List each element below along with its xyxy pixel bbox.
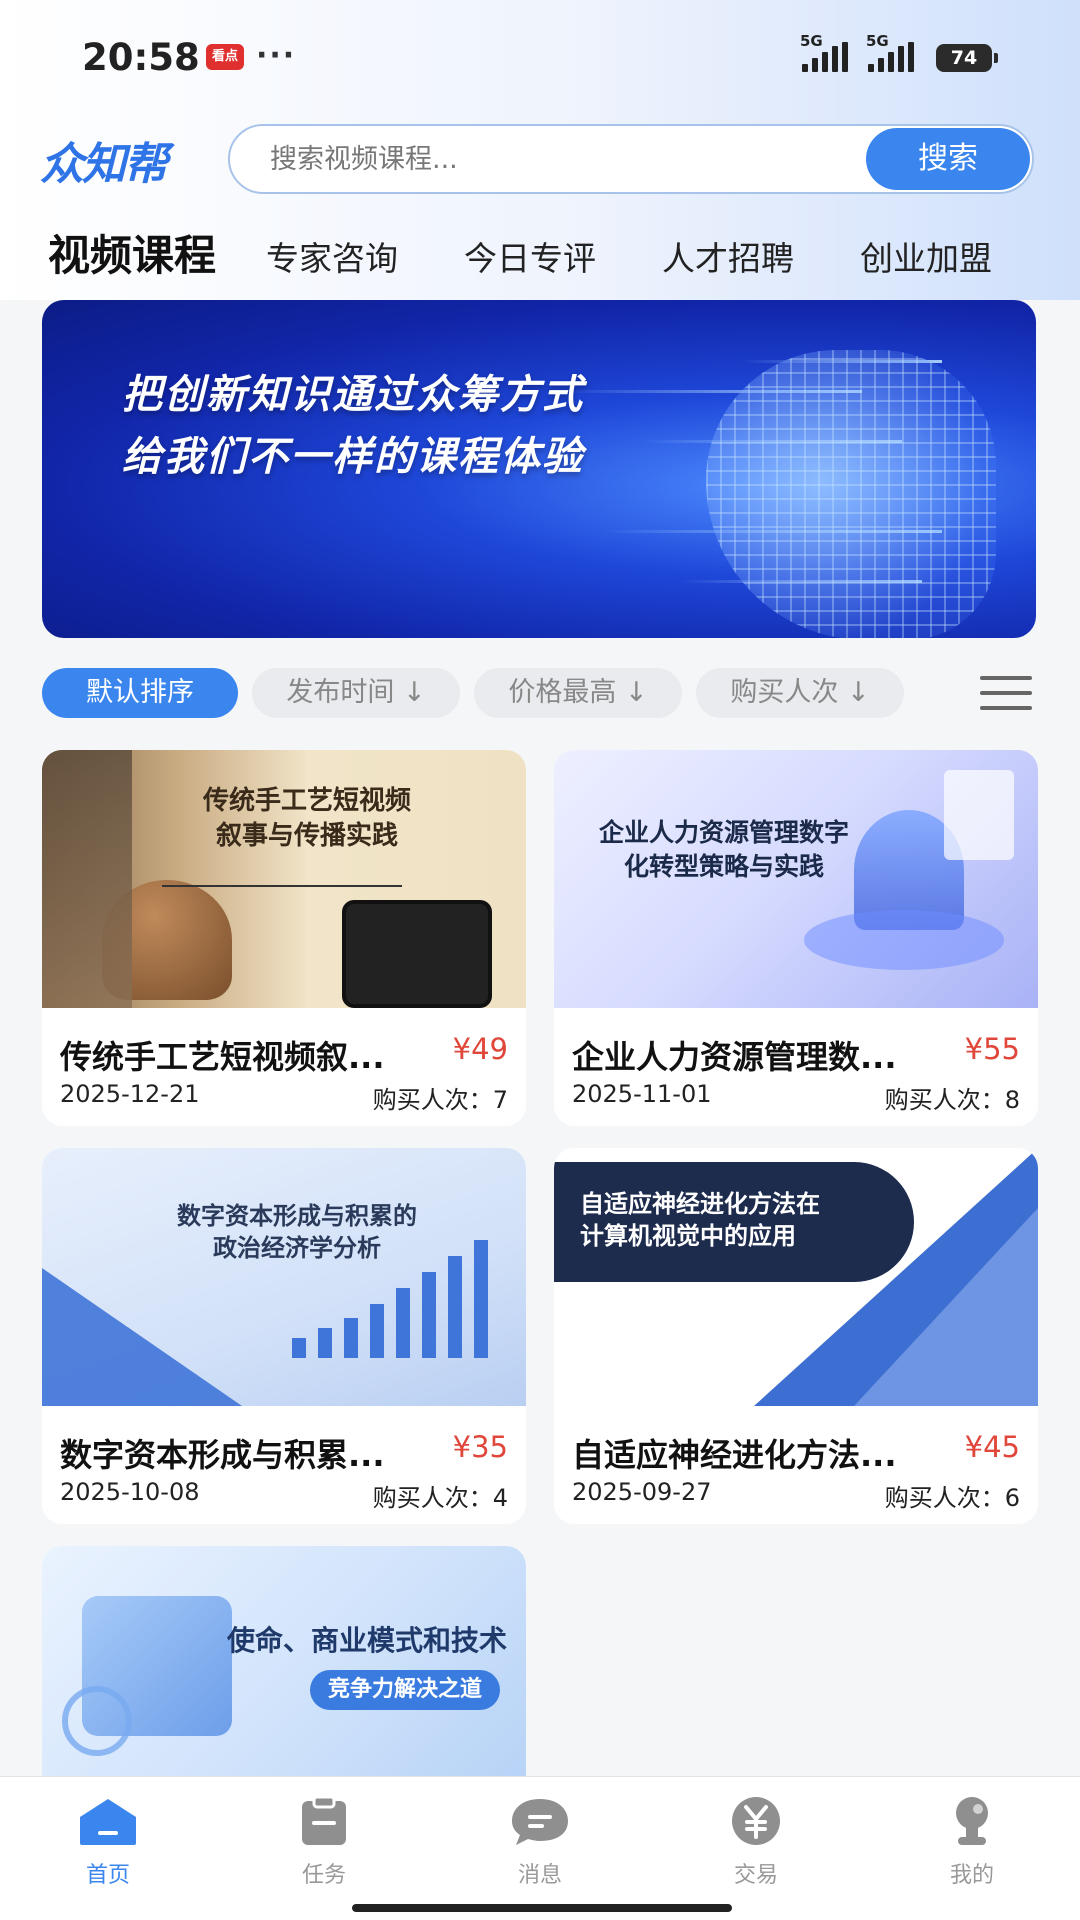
course-card[interactable]: 自适应神经进化方法在 计算机视觉中的应用 自适应神经进化方法... ¥45 202… xyxy=(554,1148,1038,1524)
nav-label: 消息 xyxy=(517,1863,562,1888)
signal-icon-2: 5G xyxy=(866,32,914,72)
home-icon xyxy=(80,1799,136,1845)
nav-home[interactable]: 首页 xyxy=(48,1795,168,1889)
nav-tasks[interactable]: 任务 xyxy=(264,1795,384,1889)
nav-label: 我的 xyxy=(949,1863,994,1888)
clipboard-icon xyxy=(302,1795,346,1845)
thumbnail-title: 传统手工艺短视频 叙事与传播实践 xyxy=(202,786,411,852)
nav-trade[interactable]: 交易 xyxy=(696,1795,816,1889)
course-thumbnail: 自适应神经进化方法在 计算机视觉中的应用 xyxy=(554,1148,1038,1406)
tab-video-courses[interactable]: 视频课程 xyxy=(48,222,216,283)
nav-label: 首页 xyxy=(85,1863,130,1888)
tab-expert-consulting[interactable]: 专家咨询 xyxy=(266,232,398,280)
course-price: ¥45 xyxy=(964,1430,1020,1464)
course-thumbnail: 传统手工艺短视频 叙事与传播实践 xyxy=(42,750,526,1008)
course-title: 企业人力资源管理数... xyxy=(572,1038,897,1076)
tab-daily-review[interactable]: 今日专评 xyxy=(464,232,596,280)
course-date: 2025-11-01 xyxy=(572,1080,712,1108)
course-date: 2025-10-08 xyxy=(60,1478,200,1506)
banner-line-2: 给我们不一样的课程体验 xyxy=(122,434,584,480)
bottom-navigation: 首页 任务 消息 交易 我的 xyxy=(0,1776,1080,1920)
status-time: 20:58 xyxy=(82,36,200,79)
nav-label: 任务 xyxy=(301,1863,346,1888)
course-price: ¥55 xyxy=(964,1032,1020,1066)
tab-franchise[interactable]: 创业加盟 xyxy=(860,232,992,280)
filter-publish-time[interactable]: 发布时间 ↓ xyxy=(252,668,460,718)
course-price: ¥49 xyxy=(452,1032,508,1066)
course-card[interactable]: 企业人力资源管理数字 化转型策略与实践 企业人力资源管理数... ¥55 2025… xyxy=(554,750,1038,1126)
course-thumbnail: 数字资本形成与积累的 政治经济学分析 xyxy=(42,1148,526,1406)
nav-profile[interactable]: 我的 xyxy=(912,1795,1032,1889)
course-date: 2025-09-27 xyxy=(572,1478,712,1506)
purchase-count: 购买人次：8 xyxy=(884,1086,1020,1114)
course-card[interactable]: 传统手工艺短视频 叙事与传播实践 传统手工艺短视频叙... ¥49 2025-12… xyxy=(42,750,526,1126)
course-title: 自适应神经进化方法... xyxy=(572,1436,897,1474)
course-date: 2025-12-21 xyxy=(60,1080,200,1108)
app-logo: 众知帮 xyxy=(40,139,168,190)
filter-purchase-count[interactable]: 购买人次 ↓ xyxy=(696,668,904,718)
nav-label: 交易 xyxy=(733,1863,778,1888)
yuan-icon xyxy=(732,1797,780,1845)
course-title: 数字资本形成与积累... xyxy=(60,1436,385,1474)
promo-banner[interactable]: 把创新知识通过众筹方式 给我们不一样的课程体验 xyxy=(42,300,1036,638)
filter-default-sort[interactable]: 默认排序 xyxy=(42,668,238,718)
course-card[interactable]: 数字资本形成与积累的 政治经济学分析 数字资本形成与积累... ¥35 2025-… xyxy=(42,1148,526,1524)
more-notifications-icon: ··· xyxy=(256,38,297,73)
course-card[interactable]: 使命、商业模式和技术 竞争力解决之道 xyxy=(42,1546,526,1776)
home-indicator[interactable] xyxy=(352,1904,732,1912)
course-thumbnail: 使命、商业模式和技术 竞争力解决之道 xyxy=(42,1546,526,1776)
banner-line-1: 把创新知识通过众筹方式 xyxy=(122,372,584,418)
ai-face-illustration xyxy=(706,350,996,638)
filter-price-highest[interactable]: 价格最高 ↓ xyxy=(474,668,682,718)
search-input[interactable] xyxy=(270,126,870,192)
course-price: ¥35 xyxy=(452,1430,508,1464)
thumbnail-subtitle: 竞争力解决之道 xyxy=(310,1670,500,1710)
app-notification-icon: 看点 xyxy=(206,44,244,70)
nav-messages[interactable]: 消息 xyxy=(480,1795,600,1889)
chat-icon xyxy=(512,1799,568,1845)
purchase-count: 购买人次：4 xyxy=(372,1484,508,1512)
purchase-count: 购买人次：6 xyxy=(884,1484,1020,1512)
signal-icon: 5G xyxy=(800,32,848,72)
search-button[interactable]: 搜索 xyxy=(866,128,1030,190)
battery-icon: 74 xyxy=(936,44,998,72)
status-bar: 20:58 看点 ··· 5G 5G 74 xyxy=(0,0,1080,110)
tab-talent-recruitment[interactable]: 人才招聘 xyxy=(662,232,794,280)
thumbnail-title: 企业人力资源管理数字 化转型策略与实践 xyxy=(598,818,849,881)
course-thumbnail: 企业人力资源管理数字 化转型策略与实践 xyxy=(554,750,1038,1008)
thumbnail-title: 自适应神经进化方法在 计算机视觉中的应用 xyxy=(580,1190,820,1251)
search-bar: 搜索 xyxy=(228,124,1034,194)
purchase-count: 购买人次：7 xyxy=(372,1086,508,1114)
course-title: 传统手工艺短视频叙... xyxy=(60,1038,385,1076)
menu-icon[interactable] xyxy=(980,676,1032,712)
thumbnail-title: 使命、商业模式和技术 xyxy=(226,1624,507,1657)
thumbnail-title: 数字资本形成与积累的 政治经济学分析 xyxy=(177,1202,417,1263)
category-tabs: 视频课程 专家咨询 今日专评 人才招聘 创业加盟 xyxy=(48,222,1048,282)
user-icon xyxy=(956,1797,988,1845)
